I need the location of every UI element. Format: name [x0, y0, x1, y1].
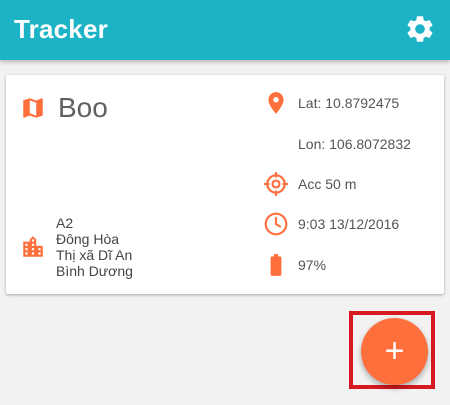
address-line: A2 — [56, 215, 74, 231]
accuracy-text: Acc 50 m — [298, 176, 357, 192]
gear-icon[interactable] — [404, 13, 436, 45]
address-line: Bình Dương — [56, 263, 133, 279]
longitude-row: Lon: 106.8072832 — [262, 130, 411, 158]
address-line: Đông Hòa — [56, 231, 120, 247]
location-pin-icon — [262, 89, 290, 117]
clock-icon — [262, 210, 290, 238]
time-row: 9:03 13/12/2016 — [262, 210, 399, 238]
city-icon — [23, 236, 43, 257]
accuracy-row: Acc 50 m — [262, 170, 356, 198]
device-card[interactable]: Boo A2 Đông Hòa Thị xã Dĩ An Bình Dương … — [6, 75, 444, 294]
latitude-text: Lat: 10.8792475 — [298, 95, 400, 111]
app-bar: Tracker — [0, 0, 450, 60]
address-line: Thị xã Dĩ An — [56, 247, 133, 263]
device-name-row: Boo — [20, 91, 108, 125]
time-text: 9:03 13/12/2016 — [298, 216, 400, 232]
address-lines: A2 Đông Hòa Thị xã Dĩ An Bình Dương — [56, 215, 133, 279]
device-name: Boo — [58, 92, 108, 123]
add-button[interactable]: + — [361, 318, 428, 385]
app-title: Tracker — [14, 14, 108, 44]
map-icon — [23, 98, 43, 118]
device-address: A2 Đông Hòa Thị xã Dĩ An Bình Dương — [20, 215, 133, 279]
longitude-text: Lon: 106.8072832 — [298, 136, 411, 152]
battery-icon — [262, 251, 290, 279]
crosshair-icon — [262, 170, 290, 198]
battery-text: 97% — [298, 257, 327, 273]
battery-row: 97% — [262, 251, 326, 279]
latitude-row: Lat: 10.8792475 — [262, 89, 399, 117]
plus-icon: + — [384, 331, 405, 370]
